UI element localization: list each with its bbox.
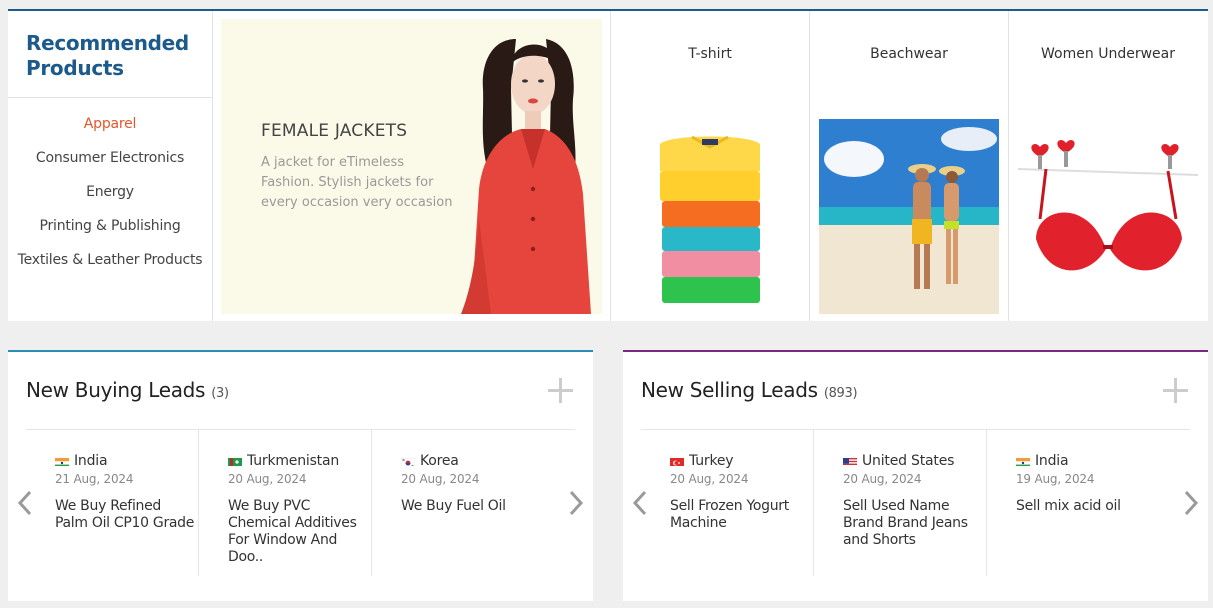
lead-title[interactable]: We Buy Fuel Oil bbox=[401, 498, 541, 515]
product-name: Beachwear bbox=[870, 46, 948, 62]
section-title: Recommended Products bbox=[26, 31, 189, 80]
recommended-products-section: Recommended Products Apparel Consumer El… bbox=[8, 9, 1208, 321]
lead-date: 21 Aug, 2024 bbox=[55, 472, 134, 486]
lead-item[interactable]: Korea 20 Aug, 2024 We Buy Fuel Oil bbox=[372, 430, 545, 576]
us-flag-icon bbox=[843, 456, 857, 466]
lead-item[interactable]: Turkey 20 Aug, 2024 Sell Frozen Yogurt M… bbox=[641, 430, 814, 576]
country-name: Turkmenistan bbox=[247, 453, 340, 469]
turkmenistan-flag-icon bbox=[228, 456, 242, 466]
lead-item[interactable]: India 21 Aug, 2024 We Buy Refined Palm O… bbox=[26, 430, 199, 576]
country-name: United States bbox=[862, 453, 955, 469]
lead-date: 20 Aug, 2024 bbox=[843, 472, 922, 486]
lead-date: 20 Aug, 2024 bbox=[228, 472, 307, 486]
lead-title[interactable]: Sell Frozen Yogurt Machine bbox=[670, 498, 810, 532]
lead-country: India bbox=[1016, 452, 1160, 470]
product-card-women-underwear[interactable]: Women Underwear bbox=[1008, 11, 1207, 321]
plus-icon[interactable] bbox=[548, 378, 573, 403]
buying-leads-count: (3) bbox=[211, 386, 229, 401]
category-energy[interactable]: Energy bbox=[8, 180, 212, 214]
country-name: India bbox=[74, 453, 108, 469]
plus-icon[interactable] bbox=[1163, 378, 1188, 403]
country-name: Korea bbox=[420, 453, 459, 469]
lead-country: Korea bbox=[401, 452, 545, 470]
beach-couple-image bbox=[819, 119, 999, 314]
category-consumer-electronics[interactable]: Consumer Electronics bbox=[8, 146, 212, 180]
lead-title[interactable]: We Buy PVC Chemical Additives For Window… bbox=[228, 498, 368, 566]
buying-leads-panel: New Buying Leads (3) India 21 Aug, 2024 … bbox=[8, 350, 593, 601]
country-name: India bbox=[1035, 453, 1069, 469]
product-card-tshirt[interactable]: T-shirt bbox=[610, 11, 809, 321]
lead-item[interactable]: India 19 Aug, 2024 Sell mix acid oil bbox=[987, 430, 1160, 576]
product-name: Women Underwear bbox=[1041, 46, 1175, 62]
category-sidebar: Recommended Products Apparel Consumer El… bbox=[8, 11, 213, 321]
korea-flag-icon bbox=[401, 456, 415, 466]
banner-title: FEMALE JACKETS bbox=[261, 121, 408, 141]
lead-country: India bbox=[55, 452, 198, 470]
selling-leads-title: New Selling Leads bbox=[641, 378, 818, 402]
chevron-right-icon[interactable] bbox=[1182, 488, 1200, 518]
red-bra-image bbox=[1018, 140, 1198, 271]
product-name: T-shirt bbox=[688, 46, 732, 62]
panel-title: New Selling Leads (893) bbox=[641, 378, 858, 402]
product-card-beachwear[interactable]: Beachwear bbox=[809, 11, 1008, 321]
buying-leads-title: New Buying Leads bbox=[26, 378, 206, 402]
turkey-flag-icon bbox=[670, 456, 684, 466]
divider bbox=[8, 97, 212, 98]
lead-date: 20 Aug, 2024 bbox=[670, 472, 749, 486]
category-list: Apparel Consumer Electronics Energy Prin… bbox=[8, 112, 212, 282]
tshirt-stack-image bbox=[620, 119, 800, 314]
lead-item[interactable]: Turkmenistan 20 Aug, 2024 We Buy PVC Che… bbox=[199, 430, 372, 576]
lead-date: 20 Aug, 2024 bbox=[401, 472, 480, 486]
lead-country: Turkmenistan bbox=[228, 452, 371, 470]
panel-title: New Buying Leads (3) bbox=[26, 378, 229, 402]
lead-date: 19 Aug, 2024 bbox=[1016, 472, 1095, 486]
lead-title[interactable]: Sell mix acid oil bbox=[1016, 498, 1156, 515]
lead-country: Turkey bbox=[670, 452, 813, 470]
banner-description: A jacket for eTimeless Fashion. Stylish … bbox=[261, 155, 453, 210]
lead-title[interactable]: We Buy Refined Palm Oil CP10 Grade bbox=[55, 498, 195, 532]
lead-title[interactable]: Sell Used Name Brand Brand Jeans and Sho… bbox=[843, 498, 983, 549]
lead-country: United States bbox=[843, 452, 986, 470]
india-flag-icon bbox=[55, 456, 69, 466]
india-flag-icon bbox=[1016, 456, 1030, 466]
category-printing-publishing[interactable]: Printing & Publishing bbox=[8, 214, 212, 248]
selling-leads-count: (893) bbox=[823, 386, 858, 401]
featured-banner[interactable]: FEMALE JACKETS A jacket for eTimeless Fa… bbox=[221, 19, 602, 314]
category-textiles-leather[interactable]: Textiles & Leather Products bbox=[8, 248, 212, 282]
country-name: Turkey bbox=[689, 453, 734, 469]
selling-leads-panel: New Selling Leads (893) Turkey 20 Aug, 2… bbox=[623, 350, 1208, 601]
category-apparel[interactable]: Apparel bbox=[8, 112, 212, 146]
chevron-right-icon[interactable] bbox=[567, 488, 585, 518]
lead-item[interactable]: United States 20 Aug, 2024 Sell Used Nam… bbox=[814, 430, 987, 576]
woman-jacket-image bbox=[461, 39, 591, 314]
